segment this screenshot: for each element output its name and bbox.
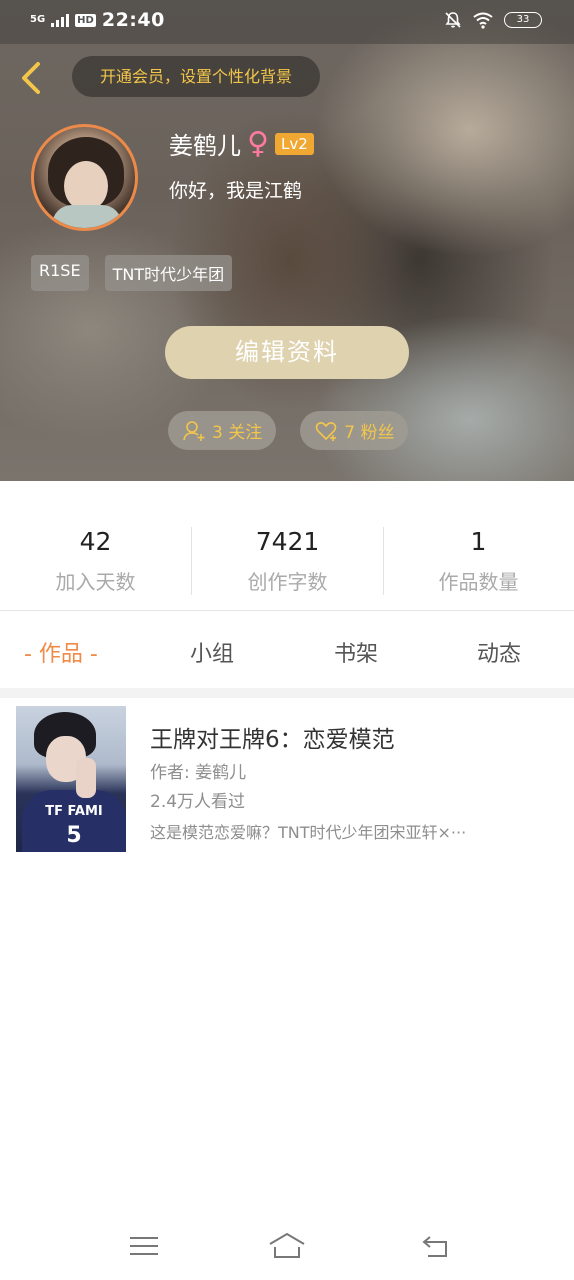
user-add-icon: [183, 420, 205, 441]
stat-label: 作品数量: [438, 570, 519, 594]
stats-panel: 42 加入天数 7421 创作字数 1 作品数量: [0, 481, 574, 611]
clock: 22:40: [101, 9, 165, 31]
network-type: 5G: [30, 14, 46, 25]
female-icon: ♀: [247, 125, 269, 161]
battery-icon: 33: [504, 12, 542, 28]
back-arrow-icon[interactable]: [18, 60, 46, 96]
status-bar: 5G HD 22:40 33: [0, 0, 574, 44]
book-description: 这是模范恋爱嘛？TNT时代少年团宋亚轩×···: [150, 823, 467, 842]
menu-icon[interactable]: [126, 1231, 162, 1261]
tag-item[interactable]: TNT时代少年团: [104, 255, 233, 291]
user-name-row: 姜鹤儿 ♀ Lv2: [169, 126, 314, 161]
stat-value: 42: [79, 527, 112, 556]
signal-icon: [51, 13, 70, 27]
stat-value: 1: [470, 527, 487, 556]
vip-banner[interactable]: 开通会员，设置个性化背景: [72, 56, 320, 97]
cover-jersey: TF FAMI 5: [22, 790, 126, 852]
section-separator: [0, 688, 574, 698]
stat-value: 7421: [255, 527, 320, 556]
back-icon[interactable]: [420, 1231, 456, 1261]
tab-bar: - 作品 - 小组 书架 动态: [0, 612, 574, 688]
follow-row: 3 关注 7 粉丝: [168, 411, 409, 450]
user-signature: 你好，我是江鹤: [169, 180, 303, 202]
tab-works[interactable]: - 作品 -: [24, 636, 98, 668]
tag-list: R1SE TNT时代少年团: [31, 255, 233, 291]
cover-text: TF FAMI: [45, 804, 103, 819]
level-badge: Lv2: [274, 132, 314, 155]
book-views: 2.4万人看过: [150, 792, 246, 812]
following-button[interactable]: 3 关注: [168, 411, 277, 450]
following-label: 3 关注: [212, 423, 263, 443]
book-title[interactable]: 王牌对王牌6：恋爱模范: [150, 720, 395, 754]
book-cover[interactable]: TF FAMI 5: [16, 706, 126, 852]
stat-join-days: 42 加入天数: [0, 527, 191, 595]
tab-bookshelf[interactable]: 书架: [334, 636, 378, 668]
mute-bell-icon: [445, 12, 461, 28]
work-card[interactable]: TF FAMI 5 王牌对王牌6：恋爱模范 作者: 姜鹤儿 2.4万人看过 这是…: [8, 698, 566, 860]
book-author: 作者: 姜鹤儿: [150, 763, 247, 783]
status-left: 5G HD 22:40: [30, 9, 165, 31]
hd-badge: HD: [75, 13, 96, 27]
tab-activity[interactable]: 动态: [477, 636, 521, 668]
heart-icon: [315, 421, 337, 441]
cover-number: 5: [66, 823, 82, 848]
tag-item[interactable]: R1SE: [31, 255, 89, 291]
stat-label: 创作字数: [247, 570, 328, 594]
edit-profile-button[interactable]: 编辑资料: [165, 326, 409, 379]
stat-works-count: 1 作品数量: [383, 527, 574, 595]
user-name: 姜鹤儿: [169, 132, 241, 160]
fans-label: 7 粉丝: [344, 423, 395, 443]
system-nav-bar: [0, 1215, 574, 1280]
home-icon[interactable]: [268, 1231, 306, 1261]
profile-header: 5G HD 22:40 33 开通会员，设置个性化背景 姜鹤儿 ♀ Lv2 你好…: [0, 0, 574, 481]
wifi-icon: [473, 12, 493, 29]
stat-label: 加入天数: [55, 570, 136, 594]
stat-word-count: 7421 创作字数: [192, 527, 383, 595]
fans-button[interactable]: 7 粉丝: [300, 411, 409, 450]
avatar[interactable]: [31, 124, 138, 231]
tab-groups[interactable]: 小组: [190, 636, 234, 668]
status-right: 33: [444, 11, 542, 29]
